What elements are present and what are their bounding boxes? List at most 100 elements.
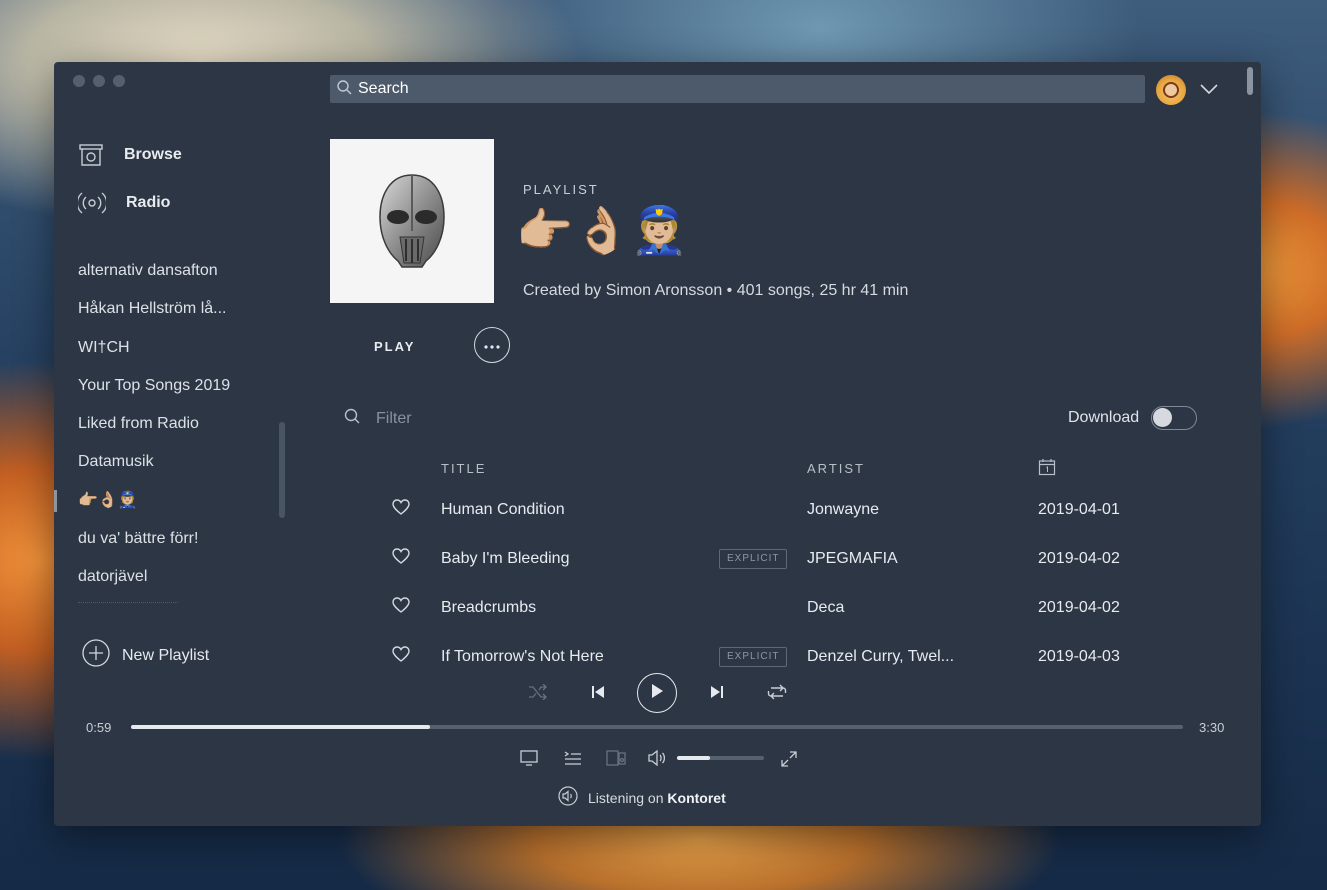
next-track-button[interactable] (709, 684, 725, 705)
play-icon (650, 683, 664, 704)
sidebar-item-label: Browse (124, 146, 182, 163)
heart-icon[interactable] (392, 499, 410, 520)
previous-track-button[interactable] (590, 684, 606, 705)
volume-icon (648, 749, 666, 770)
progress-fill (131, 725, 430, 729)
mask-artwork (379, 174, 445, 268)
monitor-icon (520, 750, 538, 770)
progress-bar[interactable] (131, 725, 1183, 729)
heart-icon[interactable] (392, 646, 410, 667)
elapsed-time: 0:59 (86, 720, 112, 735)
table-row[interactable]: If Tomorrow's Not Here EXPLICIT Denzel C… (384, 632, 1204, 681)
search-icon (344, 408, 360, 429)
playlist-item[interactable]: Håkan Hellström lå... (78, 290, 268, 328)
sidebar: Browse Radio alternativ dansafton Håkan … (54, 62, 300, 680)
devices-button[interactable] (520, 750, 538, 771)
repeat-icon (767, 684, 787, 704)
playlist-item[interactable]: datorjävel (78, 558, 268, 596)
column-header-date[interactable] (1038, 458, 1056, 479)
track-artist[interactable]: JPEGMAFIA (807, 534, 898, 583)
avatar[interactable] (1156, 75, 1186, 105)
queue-icon (564, 751, 582, 770)
table-row[interactable]: Human Condition Jonwayne 2019-04-01 (384, 485, 1204, 534)
explicit-badge: EXPLICIT (719, 549, 788, 569)
volume-fill (677, 756, 711, 760)
track-date-added: 2019-04-02 (1038, 550, 1120, 567)
playlist-item[interactable]: du va' bättre förr! (78, 520, 268, 558)
listening-on-indicator[interactable]: Listening on Kontoret (558, 786, 726, 809)
play-playlist-button[interactable]: PLAY (354, 335, 434, 357)
shuffle-button[interactable] (528, 683, 548, 705)
new-playlist-label: New Playlist (122, 646, 210, 664)
track-date-added: 2019-04-03 (1038, 648, 1120, 665)
download-control: Download (1068, 406, 1198, 430)
track-title: Baby I'm Bleeding (441, 550, 570, 567)
queue-button[interactable] (564, 750, 582, 771)
chevron-down-icon[interactable] (1200, 82, 1218, 100)
active-playlist-indicator (54, 490, 57, 512)
page-title: 👉🏼👌🏼👮🏼 (516, 203, 688, 257)
browse-icon (78, 142, 104, 168)
ellipsis-icon (484, 336, 500, 354)
track-artist[interactable]: Deca (807, 583, 844, 632)
column-header-title[interactable]: TITLE (441, 461, 486, 476)
more-options-button[interactable] (474, 327, 510, 363)
playlist-item[interactable]: Your Top Songs 2019 (78, 367, 268, 405)
download-toggle[interactable] (1151, 406, 1198, 430)
playlist-type-label: PLAYLIST (523, 182, 599, 197)
track-artist[interactable]: Denzel Curry, Twel... (807, 632, 954, 681)
skip-back-icon (590, 686, 606, 704)
speaker-device-icon (606, 750, 626, 770)
plus-circle-icon (82, 639, 110, 672)
search-input[interactable] (356, 79, 1120, 99)
filter-field[interactable] (344, 408, 578, 429)
radio-icon (78, 190, 106, 216)
repeat-button[interactable] (767, 684, 787, 705)
playlist-item[interactable]: Datamusik (78, 443, 268, 481)
heart-icon[interactable] (392, 597, 410, 618)
filter-input[interactable] (374, 408, 578, 429)
listening-prefix: Listening on (588, 789, 664, 806)
shuffle-icon (528, 683, 548, 704)
playlist-meta: Created by Simon Aronsson • 401 songs, 2… (523, 282, 909, 299)
sidebar-item-label: Radio (126, 194, 171, 211)
play-pause-button[interactable] (637, 673, 677, 713)
scroll-fade (78, 602, 178, 609)
playlist-item[interactable]: Liked from Radio (78, 405, 268, 443)
search-bar[interactable] (330, 75, 1145, 103)
download-label: Download (1068, 409, 1140, 426)
playlist-list: alternativ dansafton Håkan Hellström lå.… (78, 252, 268, 597)
table-row[interactable]: Breadcrumbs Deca 2019-04-02 (384, 583, 1204, 632)
track-date-added: 2019-04-01 (1038, 501, 1120, 518)
sidebar-item-radio[interactable]: Radio (78, 190, 170, 216)
explicit-badge: EXPLICIT (719, 647, 788, 667)
connect-device-button[interactable] (606, 750, 626, 771)
fullscreen-button[interactable] (780, 750, 798, 773)
track-title: Breadcrumbs (441, 599, 537, 616)
sidebar-scrollbar[interactable] (279, 422, 285, 518)
skip-forward-icon (709, 686, 725, 704)
calendar-icon (1038, 459, 1056, 479)
sidebar-item-browse[interactable]: Browse (78, 142, 182, 168)
search-icon (330, 79, 352, 100)
avatar-face (1163, 82, 1179, 98)
playlist-item-active[interactable]: 👉🏼👌🏼👮🏼 (78, 482, 268, 520)
playlist-item[interactable]: alternativ dansafton (78, 252, 268, 290)
track-artist[interactable]: Jonwayne (807, 485, 879, 534)
device-name: Kontoret (667, 789, 726, 806)
speaker-icon (558, 786, 578, 809)
track-date-added: 2019-04-02 (1038, 599, 1120, 616)
new-playlist-button[interactable]: New Playlist (82, 639, 209, 672)
column-header-artist[interactable]: ARTIST (807, 461, 865, 476)
playlist-cover-image (330, 139, 494, 303)
playlist-item[interactable]: WI†CH (78, 329, 268, 367)
track-title: If Tomorrow's Not Here (441, 648, 604, 665)
track-title: Human Condition (441, 501, 565, 518)
table-row[interactable]: Baby I'm Bleeding EXPLICIT JPEGMAFIA 201… (384, 534, 1204, 583)
app-window: Browse Radio alternativ dansafton Håkan … (54, 62, 1261, 826)
heart-icon[interactable] (392, 548, 410, 569)
mute-button[interactable] (648, 749, 666, 771)
total-duration: 3:30 (1199, 720, 1225, 735)
main-scrollbar[interactable] (1247, 67, 1253, 95)
volume-slider[interactable] (677, 756, 764, 760)
